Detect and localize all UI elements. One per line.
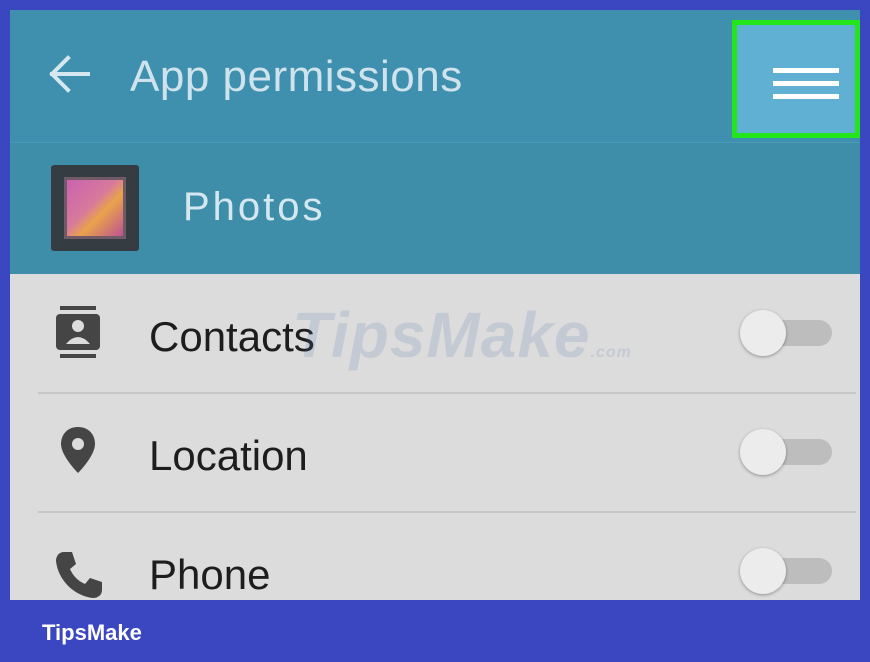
permission-label: Location xyxy=(149,432,308,479)
footer-brand: TipsMake xyxy=(42,620,142,645)
permission-row-location[interactable]: Location xyxy=(10,393,860,511)
phone-icon xyxy=(56,552,102,598)
hamburger-menu-button[interactable] xyxy=(732,20,860,138)
contacts-toggle[interactable] xyxy=(740,310,832,356)
screenshot-frame: App permissions Photos Contacts Location… xyxy=(10,10,860,600)
watermark: TipsMake.com xyxy=(292,299,632,371)
location-pin-icon xyxy=(61,427,95,473)
arrow-left-icon[interactable] xyxy=(48,54,92,94)
phone-toggle[interactable] xyxy=(740,548,832,594)
app-bar: App permissions xyxy=(10,10,860,142)
permission-label: Contacts xyxy=(149,313,315,360)
app-header-row: Photos xyxy=(10,142,860,275)
photos-app-icon xyxy=(51,165,139,251)
app-name: Photos xyxy=(183,185,326,229)
permission-label: Phone xyxy=(149,551,271,598)
page-title: App permissions xyxy=(130,52,463,101)
location-toggle[interactable] xyxy=(740,429,832,475)
permission-row-phone[interactable]: Phone xyxy=(10,512,860,600)
contacts-icon xyxy=(56,306,100,358)
